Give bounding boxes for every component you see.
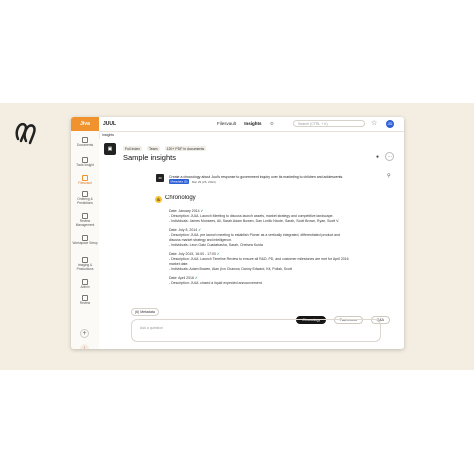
top-nav: Filesvault Insights ⚙ bbox=[217, 121, 281, 127]
check-icon: ✔ bbox=[194, 276, 198, 280]
chip-full-index[interactable]: Full index bbox=[123, 146, 142, 151]
message-date: Mar 29 (26, 2024) bbox=[191, 179, 216, 184]
star-icon[interactable]: ☆ bbox=[371, 119, 377, 127]
message-text: Create a chronology about Juul's respons… bbox=[169, 174, 344, 179]
sidebar-item-workspace-setup[interactable]: Workspace Setup bbox=[71, 235, 99, 246]
sidebar-item-label: Ordering & Predictions bbox=[77, 197, 93, 205]
page-title: Sample insights bbox=[123, 153, 176, 162]
chip-documents[interactable]: 120+ PDF in documents bbox=[164, 146, 207, 151]
sidebar: Documents Tools Insight Filesvault Order… bbox=[71, 131, 100, 349]
check-icon: ✔ bbox=[198, 228, 202, 232]
sidebar-item-tools-insight[interactable]: Tools Insight bbox=[71, 157, 99, 168]
list-item: Date: April 2016 ✔ - Description: JUUL c… bbox=[169, 276, 389, 286]
question-input[interactable]: Ask a question bbox=[131, 319, 381, 342]
sidebar-item-label: Documents bbox=[76, 143, 94, 147]
panel-actions: ● ⋯ bbox=[371, 152, 395, 161]
sidebar-item-documents[interactable]: Documents bbox=[71, 137, 99, 148]
chronology-list: Date: January 2014 ✔ - Description: JUUL… bbox=[169, 209, 389, 290]
sidebar-item-admin[interactable]: Admin bbox=[71, 279, 99, 290]
info-icon[interactable]: ● bbox=[374, 154, 381, 161]
entry-line: - Individuals: Adam Bowen, Alan (Ivn Cha… bbox=[169, 267, 292, 271]
sidebar-item-label: Imaging & Productions bbox=[76, 263, 94, 271]
entry-line: - Individuals: Leon Gato Cuadabasha, Sar… bbox=[169, 243, 263, 247]
sidebar-item-imaging[interactable]: Imaging & Productions bbox=[71, 257, 99, 272]
sidebar-item-label: Workspace Setup bbox=[72, 241, 98, 245]
insight-panel: ▣ Full index Team 120+ PDF in documents … bbox=[99, 139, 404, 349]
list-item: Date: January 2014 ✔ - Description: JUUL… bbox=[169, 209, 389, 224]
metadata-tag[interactable]: Metadata (5) bbox=[169, 179, 190, 184]
pin-icon[interactable]: ⚲ bbox=[387, 173, 391, 179]
search-input[interactable]: Search (CTRL + K) bbox=[293, 120, 365, 127]
settings-icon[interactable]: ⚙ bbox=[270, 121, 274, 126]
bottom-controls: (6) Metadata Chronology Fact memo Q&A bbox=[99, 308, 404, 324]
sidebar-item-review[interactable]: Review bbox=[71, 295, 99, 306]
entry-date: Date: July 8, 2014 bbox=[169, 228, 198, 232]
top-bar: Jiva JUUL Filesvault Insights ⚙ Search (… bbox=[71, 117, 404, 132]
message-meta: Metadata (5) Mar 29 (26, 2024) bbox=[169, 179, 216, 184]
nav-insights[interactable]: Insights bbox=[244, 121, 261, 126]
more-icon[interactable]: ⋯ bbox=[385, 152, 395, 161]
sidebar-item-review-management[interactable]: Review Management bbox=[71, 213, 99, 228]
question-placeholder: Ask a question bbox=[140, 326, 163, 330]
sidebar-item-label: Review Management bbox=[75, 219, 95, 227]
chip-team[interactable]: Team bbox=[146, 146, 160, 151]
subnav-insights[interactable]: Insights bbox=[102, 133, 114, 137]
answer-title: Chronology bbox=[165, 195, 196, 201]
user-avatar: JD bbox=[156, 174, 164, 182]
add-button[interactable]: + bbox=[80, 329, 89, 338]
collapse-icon[interactable]: › bbox=[80, 344, 89, 349]
brand-button[interactable]: Jiva bbox=[71, 117, 99, 131]
subnav-bar: Insights bbox=[99, 131, 404, 139]
brand-label: Jiva bbox=[80, 121, 90, 127]
entry-date: Date: July 2015, 16:00 - 17:00 bbox=[169, 252, 216, 256]
answer-icon: S bbox=[155, 196, 162, 203]
sidebar-item-label: Filesvault bbox=[78, 181, 92, 185]
sidebar-item-label: Review bbox=[79, 301, 91, 305]
answer-block: S Chronology Date: January 2014 ✔ - Desc… bbox=[155, 195, 395, 315]
metadata-button[interactable]: (6) Metadata bbox=[131, 308, 159, 316]
sidebar-item-filesvault[interactable]: Filesvault bbox=[71, 175, 99, 186]
app-window: Jiva JUUL Filesvault Insights ⚙ Search (… bbox=[71, 117, 404, 349]
avatar[interactable]: JD bbox=[386, 120, 394, 128]
entry-date: Date: January 2014 bbox=[169, 209, 200, 213]
list-item: Date: July 2015, 16:00 - 17:00 ✔ - Descr… bbox=[169, 252, 389, 272]
entry-line: - Description: JUUL closed a liquid expe… bbox=[169, 281, 263, 285]
workspace-name[interactable]: JUUL bbox=[103, 121, 116, 127]
nav-filesvault[interactable]: Filesvault bbox=[217, 121, 236, 126]
list-item: Date: July 8, 2014 ✔ - Description: JUUL… bbox=[169, 228, 389, 248]
entry-line: - Individuals: James Monsees, Ali, Sarah… bbox=[169, 219, 340, 223]
check-icon: ✔ bbox=[200, 209, 204, 213]
sidebar-item-label: Admin bbox=[80, 285, 90, 289]
filter-chips: Full index Team 120+ PDF in documents bbox=[123, 146, 210, 151]
sidebar-item-ordering[interactable]: Ordering & Predictions bbox=[71, 191, 99, 206]
entry-date: Date: April 2016 bbox=[169, 276, 194, 280]
check-icon: ✔ bbox=[216, 252, 220, 256]
brand-logo-icon bbox=[15, 122, 36, 145]
sidebar-item-label: Tools Insight bbox=[76, 163, 94, 167]
insight-thumbnail-icon: ▣ bbox=[104, 143, 116, 155]
